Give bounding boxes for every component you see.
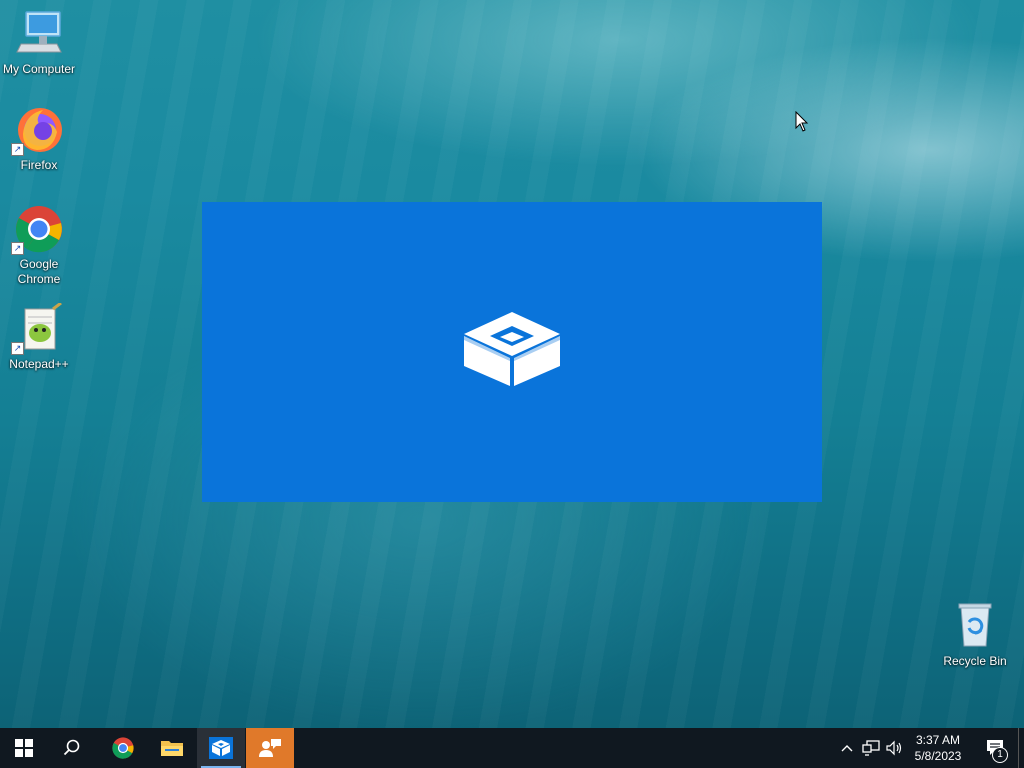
mouse-cursor-icon — [795, 111, 809, 132]
desktop-icon-firefox[interactable]: ↗ Firefox — [1, 104, 77, 173]
taskbar-chrome-button[interactable] — [99, 728, 147, 768]
file-explorer-icon — [161, 741, 183, 756]
app-icon — [259, 739, 281, 757]
desktop-icon-google-chrome[interactable]: ↗ Google Chrome — [1, 203, 77, 287]
desktop-icon-label: Notepad++ — [9, 357, 69, 371]
sandbox-box-icon — [464, 312, 560, 386]
clock-button[interactable]: 3:37 AM 5/8/2023 — [906, 732, 970, 764]
desktop-icon-label: Google Chrome — [17, 257, 61, 286]
show-desktop-button[interactable] — [1018, 728, 1024, 768]
desktop-icon-my-computer[interactable]: My Computer — [1, 8, 77, 77]
action-center-button[interactable]: 1 — [978, 728, 1014, 768]
firefox-icon: ↗ — [11, 104, 65, 156]
desktop-icon-label: Firefox — [20, 158, 58, 172]
network-button[interactable] — [860, 728, 882, 768]
search-button[interactable] — [48, 728, 96, 768]
volume-button[interactable] — [884, 728, 906, 768]
sandbox-splash-window — [202, 202, 822, 502]
notification-count-badge: 1 — [992, 747, 1008, 763]
taskbar-app-button[interactable] — [246, 728, 294, 768]
clock-time: 3:37 AM — [915, 733, 961, 747]
taskbar-sandbox-button[interactable] — [197, 728, 245, 768]
chrome-icon — [112, 737, 134, 759]
start-button[interactable] — [0, 728, 48, 768]
desktop-icon-notepadpp[interactable]: ↗ Notepad++ — [1, 301, 77, 372]
chevron-up-icon — [841, 745, 853, 752]
clock-date: 5/8/2023 — [914, 749, 962, 763]
network-icon — [862, 740, 880, 756]
speaker-icon — [886, 740, 902, 756]
taskbar-file-explorer-button[interactable] — [148, 728, 196, 768]
taskbar: 3:37 AM 5/8/2023 1 — [0, 728, 1024, 768]
recycle-bin-icon — [949, 600, 1001, 652]
shortcut-arrow-icon: ↗ — [11, 242, 24, 255]
chrome-icon: ↗ — [11, 203, 65, 255]
desktop-icon-label: Recycle Bin — [943, 654, 1007, 668]
desktop-icon-label: My Computer — [2, 62, 76, 76]
desktop-icon-recycle-bin[interactable]: Recycle Bin — [937, 600, 1013, 669]
notepadpp-icon: ↗ — [11, 301, 65, 355]
shortcut-arrow-icon: ↗ — [11, 143, 24, 156]
sandbox-icon — [209, 737, 233, 759]
show-hidden-icons-button[interactable] — [838, 728, 856, 768]
computer-icon — [13, 8, 65, 60]
shortcut-arrow-icon: ↗ — [11, 342, 24, 355]
search-icon — [63, 739, 80, 756]
windows-start-icon — [15, 739, 33, 757]
